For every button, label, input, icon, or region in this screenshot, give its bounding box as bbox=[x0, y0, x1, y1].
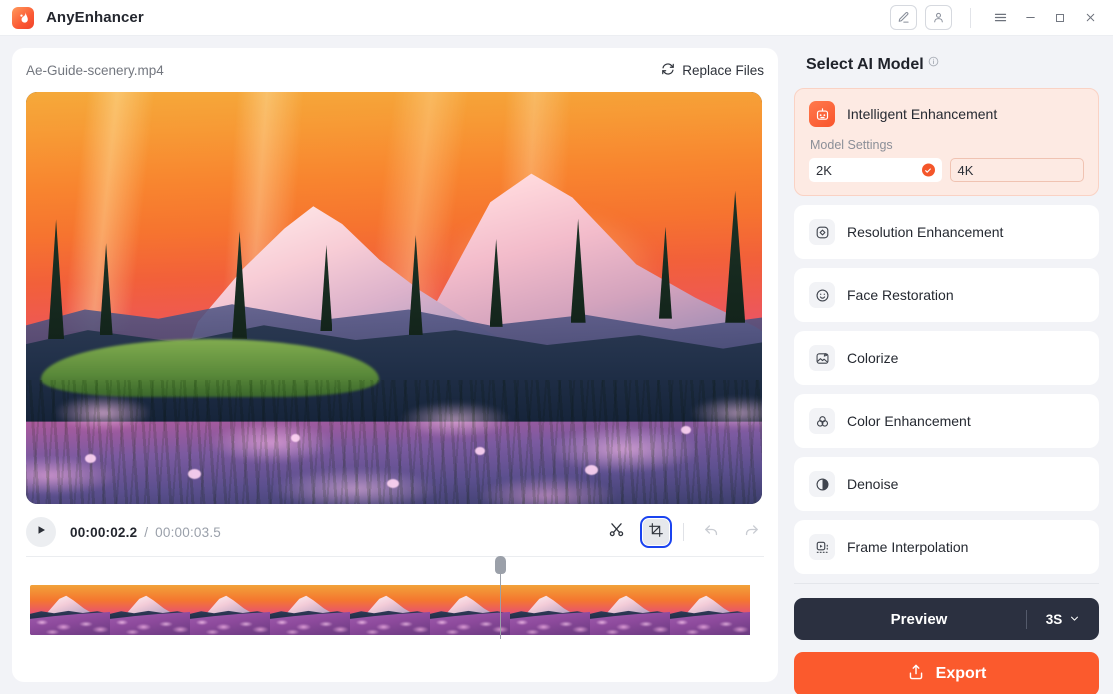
filmstrip-frame[interactable] bbox=[30, 585, 110, 635]
user-account-icon[interactable] bbox=[925, 5, 952, 30]
export-button[interactable]: Export bbox=[794, 652, 1099, 694]
workspace: Ae-Guide-scenery.mp4 Replace Files 00:00… bbox=[0, 36, 1113, 694]
playback-bar: 00:00:02.2 / 00:00:03.5 bbox=[26, 504, 764, 556]
check-circle-icon bbox=[921, 163, 935, 177]
refresh-icon bbox=[661, 62, 675, 79]
model-label: Intelligent Enhancement bbox=[847, 106, 998, 122]
preview-button[interactable]: Preview 3S bbox=[794, 598, 1099, 640]
video-flower bbox=[681, 425, 692, 434]
model-card-frame-interpolation[interactable]: Frame Interpolation bbox=[794, 520, 1099, 574]
filmstrip-frame[interactable] bbox=[110, 585, 190, 635]
editor-panel: Ae-Guide-scenery.mp4 Replace Files 00:00… bbox=[12, 48, 778, 682]
filmstrip-frame[interactable] bbox=[350, 585, 430, 635]
anyenhancer-logo-icon bbox=[12, 6, 34, 29]
model-list: Intelligent Enhancement Model Settings 2… bbox=[794, 88, 1099, 583]
resolution-diamond-icon bbox=[809, 219, 835, 245]
timeline-playhead[interactable] bbox=[495, 556, 506, 639]
model-option-2k[interactable]: 2K bbox=[809, 158, 942, 182]
redo-arrow-icon bbox=[743, 521, 760, 543]
title-bar: AnyEnhancer bbox=[0, 0, 1113, 36]
model-card-denoise[interactable]: Denoise bbox=[794, 457, 1099, 511]
model-label: Color Enhancement bbox=[847, 413, 971, 429]
model-option-2k-label: 2K bbox=[816, 162, 832, 178]
crop-tool-button[interactable] bbox=[640, 516, 672, 548]
chevron-down-icon bbox=[1069, 612, 1080, 627]
model-label: Resolution Enhancement bbox=[847, 224, 1004, 240]
filmstrip[interactable] bbox=[30, 585, 758, 635]
app-title: AnyEnhancer bbox=[46, 9, 144, 26]
model-card-intelligent-enhancement[interactable]: Intelligent Enhancement Model Settings 2… bbox=[794, 88, 1099, 196]
redo-tool-button[interactable] bbox=[738, 519, 764, 545]
hamburger-menu-icon[interactable] bbox=[985, 4, 1015, 32]
filmstrip-frame[interactable] bbox=[670, 585, 750, 635]
model-label: Colorize bbox=[847, 350, 899, 366]
file-name: Ae-Guide-scenery.mp4 bbox=[26, 62, 164, 78]
maximize-icon[interactable] bbox=[1045, 4, 1075, 32]
model-settings-options: 2K 4K bbox=[809, 158, 1084, 182]
filmstrip-frame[interactable] bbox=[590, 585, 670, 635]
robot-icon bbox=[809, 101, 835, 127]
replace-files-label: Replace Files bbox=[682, 62, 764, 78]
preview-duration-value: 3S bbox=[1045, 611, 1063, 627]
model-card-resolution-enhancement[interactable]: Resolution Enhancement bbox=[794, 205, 1099, 259]
actions-divider bbox=[794, 583, 1099, 584]
play-icon bbox=[35, 523, 47, 541]
denoise-half-circle-icon bbox=[809, 471, 835, 497]
filmstrip-frame[interactable] bbox=[510, 585, 590, 635]
playhead-handle[interactable] bbox=[495, 556, 506, 574]
filmstrip-frame[interactable] bbox=[430, 585, 510, 635]
timeline[interactable] bbox=[26, 556, 764, 682]
filmstrip-frame[interactable] bbox=[270, 585, 350, 635]
undo-arrow-icon bbox=[703, 521, 720, 543]
model-card-color-enhancement[interactable]: Color Enhancement bbox=[794, 394, 1099, 448]
time-readout: 00:00:02.2 / 00:00:03.5 bbox=[70, 525, 221, 540]
pencil-edit-icon[interactable] bbox=[890, 5, 917, 30]
model-label: Face Restoration bbox=[847, 287, 954, 303]
video-flower bbox=[474, 446, 485, 455]
preview-button-label: Preview bbox=[890, 610, 948, 628]
model-option-4k[interactable]: 4K bbox=[949, 158, 1084, 182]
model-card-header: Intelligent Enhancement bbox=[809, 101, 1084, 127]
filmstrip-frame[interactable] bbox=[190, 585, 270, 635]
model-option-4k-label: 4K bbox=[957, 162, 974, 178]
preview-duration-dropdown[interactable]: 3S bbox=[1027, 612, 1099, 627]
cut-tool-button[interactable] bbox=[603, 519, 629, 545]
crop-icon bbox=[648, 522, 664, 543]
video-flower bbox=[386, 478, 399, 488]
scissors-icon bbox=[608, 521, 625, 543]
colorize-image-icon bbox=[809, 345, 835, 371]
model-card-colorize[interactable]: Colorize bbox=[794, 331, 1099, 385]
model-label: Denoise bbox=[847, 476, 899, 492]
model-card-face-restoration[interactable]: Face Restoration bbox=[794, 268, 1099, 322]
frame-interpolation-icon bbox=[809, 534, 835, 560]
replace-files-button[interactable]: Replace Files bbox=[661, 62, 764, 79]
undo-tool-button[interactable] bbox=[698, 519, 724, 545]
model-label: Frame Interpolation bbox=[847, 539, 969, 555]
sidebar-actions: Preview 3S Export bbox=[794, 583, 1099, 694]
export-upload-icon bbox=[907, 663, 925, 686]
time-separator: / bbox=[144, 524, 149, 540]
minimize-icon[interactable] bbox=[1015, 4, 1045, 32]
page-title: Select AI Model bbox=[806, 56, 924, 73]
info-circle-icon[interactable] bbox=[928, 54, 939, 72]
file-header-row: Ae-Guide-scenery.mp4 Replace Files bbox=[26, 48, 764, 92]
ai-model-sidebar: Select AI Model Intelligent Enhancement … bbox=[794, 48, 1099, 694]
tool-divider bbox=[683, 523, 684, 541]
video-preview[interactable] bbox=[26, 92, 762, 504]
color-circles-icon bbox=[809, 408, 835, 434]
model-settings-label: Model Settings bbox=[810, 138, 893, 152]
sidebar-title-row: Select AI Model bbox=[794, 48, 1099, 88]
export-button-label: Export bbox=[935, 665, 987, 682]
total-time: 00:00:03.5 bbox=[155, 524, 221, 540]
close-icon[interactable] bbox=[1075, 4, 1105, 32]
smiley-face-icon bbox=[809, 282, 835, 308]
play-button[interactable] bbox=[26, 517, 56, 547]
titlebar-divider bbox=[970, 7, 971, 28]
video-flower bbox=[84, 453, 96, 463]
current-time: 00:00:02.2 bbox=[70, 524, 138, 540]
